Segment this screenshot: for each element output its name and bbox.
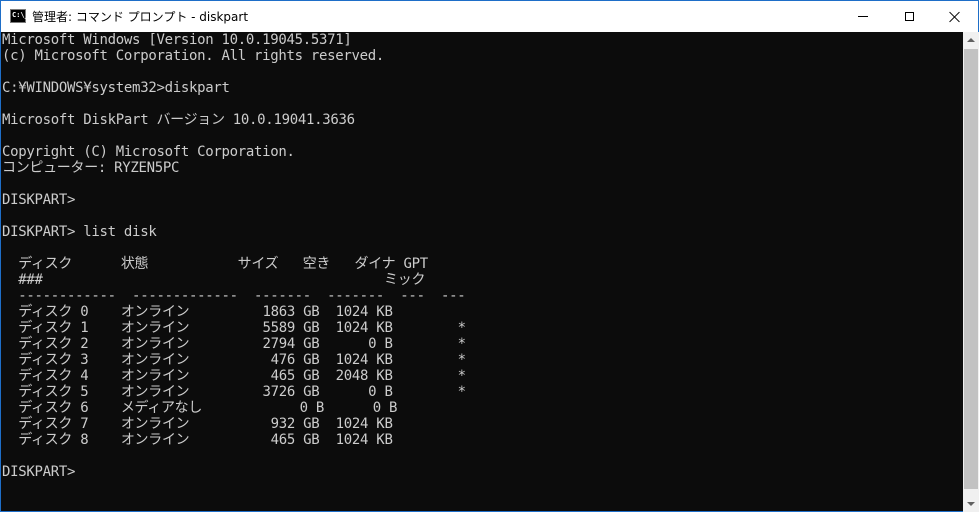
console-line: ディスク 0 オンライン 1863 GB 1024 KB <box>2 304 393 320</box>
console-line: ディスク 2 オンライン 2794 GB 0 B * <box>2 336 466 352</box>
chevron-up-icon <box>967 38 975 42</box>
console-line: Copyright (C) Microsoft Corporation. <box>2 144 295 160</box>
console-line: ディスク 6 メディアなし 0 B 0 B <box>2 400 398 416</box>
console-output-area[interactable]: Microsoft Windows [Version 10.0.19045.53… <box>2 32 963 512</box>
console-line: ディスク 1 オンライン 5589 GB 1024 KB * <box>2 320 466 336</box>
console-line: ディスク 5 オンライン 3726 GB 0 B * <box>2 384 466 400</box>
console-line: ディスク 状態 サイズ 空き ダイナ GPT <box>2 256 428 272</box>
command-prompt-icon[interactable]: C:\_ <box>10 9 29 23</box>
console-line: DISKPART> <box>2 192 76 208</box>
console-line: コンピューター: RYZEN5PC <box>2 160 180 176</box>
chevron-down-icon <box>967 502 975 506</box>
console-text: Microsoft Windows [Version 10.0.19045.53… <box>2 32 963 480</box>
close-icon <box>949 11 961 23</box>
console-line: ------------ ------------- ------- -----… <box>2 288 466 304</box>
maximize-button[interactable] <box>886 1 932 32</box>
console-line: ディスク 4 オンライン 465 GB 2048 KB * <box>2 368 466 384</box>
console-window: C:\_ 管理者: コマンド プロンプト - diskpart Microsof… <box>0 0 979 512</box>
window-title: 管理者: コマンド プロンプト - diskpart <box>32 10 249 24</box>
minimize-button[interactable] <box>840 1 886 32</box>
console-line: ### ミック <box>2 272 426 288</box>
console-line: DISKPART> <box>2 464 84 480</box>
title-bar[interactable]: C:\_ 管理者: コマンド プロンプト - diskpart <box>1 1 978 32</box>
vertical-scrollbar[interactable] <box>963 32 979 512</box>
console-line: ディスク 7 オンライン 932 GB 1024 KB <box>2 416 393 432</box>
close-button[interactable] <box>932 1 978 32</box>
maximize-icon <box>904 12 914 21</box>
scroll-thumb[interactable] <box>964 49 978 489</box>
minimize-icon <box>858 16 868 17</box>
app-icon-label: C:\_ <box>12 11 29 19</box>
console-line: ディスク 8 オンライン 465 GB 1024 KB <box>2 432 393 448</box>
console-line: Microsoft DiskPart バージョン 10.0.19041.3636 <box>2 112 355 128</box>
console-line: ディスク 3 オンライン 476 GB 1024 KB * <box>2 352 466 368</box>
console-line: Microsoft Windows [Version 10.0.19045.53… <box>2 32 352 48</box>
console-line: DISKPART> list disk <box>2 224 157 240</box>
console-line: C:¥WINDOWS¥system32>diskpart <box>2 80 230 96</box>
scroll-up-button[interactable] <box>963 32 979 48</box>
console-line: (c) Microsoft Corporation. All rights re… <box>2 48 385 64</box>
scroll-down-button[interactable] <box>963 496 979 512</box>
